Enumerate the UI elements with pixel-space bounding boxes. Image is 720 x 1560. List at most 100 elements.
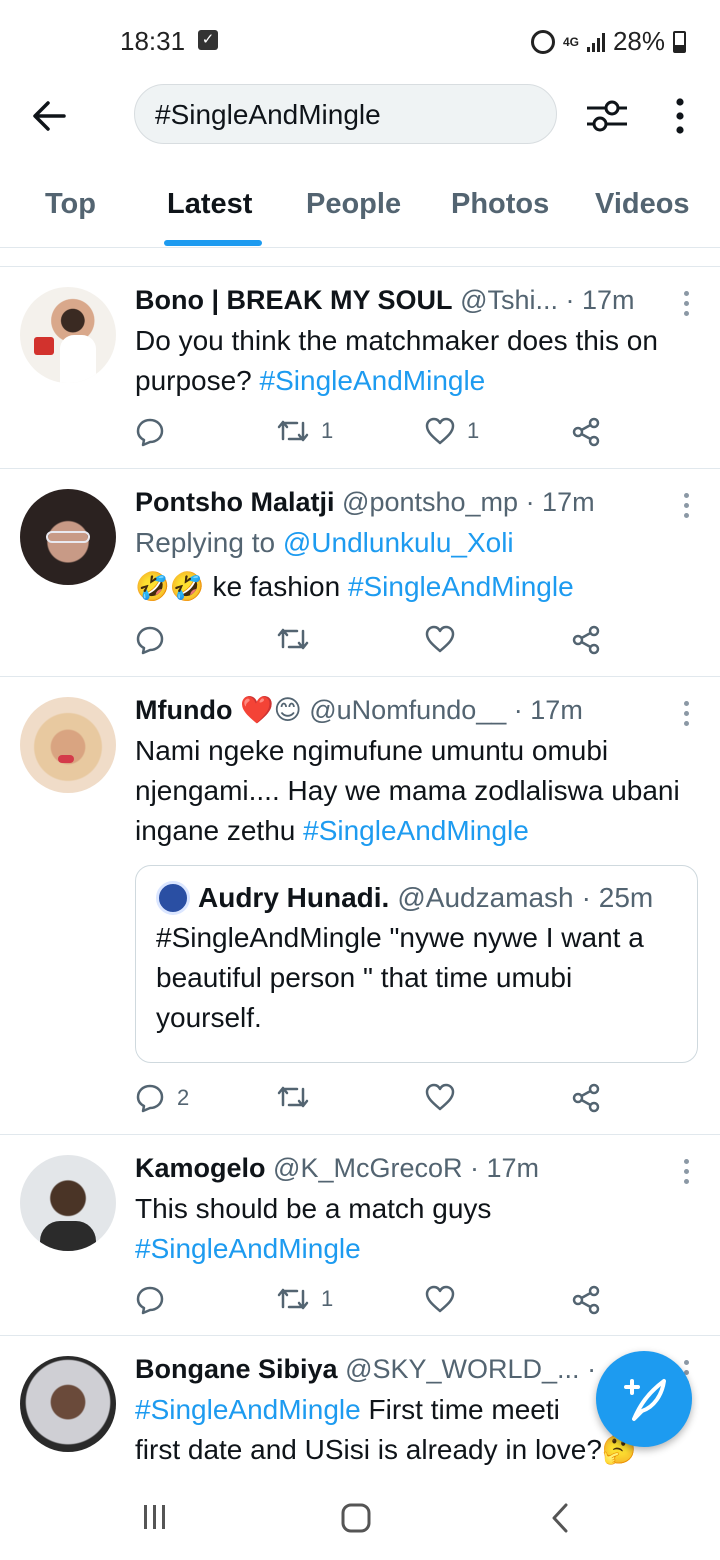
search-header: #SingleAndMingle: [0, 84, 720, 150]
checkbox-notification-icon: ✓: [198, 30, 218, 50]
tab-top[interactable]: Top: [45, 188, 96, 221]
tweet-menu-icon[interactable]: [684, 701, 690, 727]
share-icon: [572, 417, 600, 447]
author-handle[interactable]: @uNomfundo__: [309, 695, 506, 725]
signal-icon: [586, 32, 605, 52]
reply-button[interactable]: [135, 417, 177, 447]
author-handle[interactable]: @K_McGrecoR: [273, 1153, 462, 1183]
author-handle[interactable]: @pontsho_mp: [342, 487, 518, 517]
author-name[interactable]: Kamogelo: [135, 1153, 266, 1183]
share-button[interactable]: [571, 1083, 601, 1113]
avatar[interactable]: [20, 1356, 116, 1452]
tab-latest[interactable]: Latest: [167, 188, 252, 221]
replying-to: Replying to @Undlunkulu_Xoli: [135, 527, 514, 558]
author-name[interactable]: Bono | BREAK MY SOUL: [135, 285, 453, 315]
tweet-menu-icon[interactable]: [684, 291, 690, 317]
tweet-time: ·: [587, 1354, 597, 1384]
search-tabs: Top Latest People Photos Videos: [0, 176, 720, 248]
author-name[interactable]: Mfundo: [135, 695, 232, 725]
mention-link[interactable]: @Undlunkulu_Xoli: [283, 527, 514, 558]
comment-icon: [136, 418, 164, 447]
like-button[interactable]: 1: [425, 417, 479, 445]
tab-people[interactable]: People: [306, 188, 401, 221]
like-button[interactable]: [425, 1083, 467, 1111]
back-nav-icon[interactable]: [546, 1502, 576, 1534]
name-emoji: ❤️😊: [239, 695, 302, 725]
search-input[interactable]: #SingleAndMingle: [134, 84, 557, 144]
tweet[interactable]: Pontsho Malatji @pontsho_mp · 17m Replyi…: [0, 469, 720, 676]
tweet-actions: 1 1: [135, 417, 605, 451]
heart-icon: [425, 1083, 455, 1111]
heart-icon: [425, 625, 455, 653]
like-button[interactable]: [425, 1285, 467, 1313]
heart-icon: [425, 1285, 455, 1313]
heart-icon: [425, 417, 455, 445]
quoted-author-handle: @Audzamash: [397, 882, 574, 913]
emoji: 🤣🤣: [135, 571, 205, 602]
quoted-author-name: Audry Hunadi.: [198, 882, 390, 913]
avatar[interactable]: [20, 489, 116, 585]
reply-button[interactable]: 2: [135, 1083, 189, 1113]
retweet-icon: [277, 1086, 309, 1108]
avatar: [156, 881, 190, 915]
retweet-button[interactable]: 1: [277, 417, 333, 445]
tweet[interactable]: Bono | BREAK MY SOUL @Tshi... · 17m Do y…: [0, 267, 720, 468]
tweet-menu-icon[interactable]: [684, 493, 690, 519]
battery-icon: [673, 30, 686, 53]
avatar[interactable]: [20, 1155, 116, 1251]
retweet-button[interactable]: [277, 625, 321, 653]
tweet-time: · 17m: [565, 285, 635, 315]
avatar[interactable]: [20, 287, 116, 383]
like-button[interactable]: [425, 625, 467, 653]
quoted-tweet[interactable]: Audry Hunadi. @Audzamash · 25m #SingleAn…: [135, 865, 698, 1063]
hashtag-link[interactable]: #SingleAndMingle: [135, 1394, 361, 1425]
tweet-text: 🤣🤣 ke fashion #SingleAndMingle: [135, 571, 574, 602]
author-handle[interactable]: @SKY_WORLD_...: [345, 1354, 579, 1384]
quoted-tweet-text: #SingleAndMingle "nywe nywe I want a bea…: [156, 922, 644, 1033]
home-icon[interactable]: [340, 1502, 372, 1534]
status-bar: 18:31 ✓ 4G 28%: [0, 0, 720, 84]
arrow-left-icon[interactable]: [28, 94, 72, 138]
share-icon: [572, 1083, 600, 1113]
avatar[interactable]: [20, 697, 116, 793]
compose-tweet-icon: [624, 1379, 666, 1421]
tweet-actions: 2: [135, 1083, 605, 1117]
tweet-actions: [135, 625, 605, 659]
tab-photos[interactable]: Photos: [451, 188, 549, 221]
tweet-header: Pontsho Malatji @pontsho_mp · 17m: [135, 485, 700, 519]
retweet-icon: [277, 628, 309, 650]
more-vertical-icon[interactable]: [672, 96, 688, 136]
tweet-header: Kamogelo @K_McGrecoR · 17m: [135, 1151, 700, 1185]
reply-button[interactable]: [135, 1285, 177, 1315]
author-name[interactable]: Bongane Sibiya: [135, 1354, 338, 1384]
tweet-time: · 17m: [513, 695, 583, 725]
sliders-icon[interactable]: [584, 96, 630, 136]
hashtag-link[interactable]: #SingleAndMingle: [260, 365, 486, 396]
tweet-header: Mfundo ❤️😊 @uNomfundo__ · 17m: [135, 693, 700, 727]
reply-button[interactable]: [135, 625, 177, 655]
tweet[interactable]: Kamogelo @K_McGrecoR · 17m This should b…: [0, 1135, 720, 1335]
tweet-time: · 17m: [470, 1153, 540, 1183]
author-name[interactable]: Pontsho Malatji: [135, 487, 335, 517]
recent-apps-icon[interactable]: [140, 1502, 170, 1532]
share-button[interactable]: [571, 625, 601, 655]
tweet-menu-icon[interactable]: [684, 1159, 690, 1185]
tweet-time: · 17m: [525, 487, 595, 517]
hashtag-link[interactable]: #SingleAndMingle: [303, 815, 529, 846]
share-button[interactable]: [571, 1285, 601, 1315]
retweet-button[interactable]: 1: [277, 1285, 333, 1313]
retweet-button[interactable]: [277, 1083, 321, 1111]
tweet-text: This should be a match guys #SingleAndMi…: [135, 1193, 492, 1264]
author-handle[interactable]: @Tshi...: [460, 285, 558, 315]
hashtag-link[interactable]: #SingleAndMingle: [348, 571, 574, 602]
network-type: 4G: [562, 34, 579, 49]
alarm-icon: [530, 29, 555, 54]
compose-tweet-button[interactable]: [596, 1351, 692, 1447]
status-time: 18:31: [120, 26, 186, 56]
share-button[interactable]: [571, 417, 601, 447]
tweet[interactable]: Mfundo ❤️😊 @uNomfundo__ · 17m Nami ngeke…: [0, 677, 720, 1134]
tab-videos[interactable]: Videos: [595, 188, 690, 221]
hashtag-link[interactable]: #SingleAndMingle: [135, 1233, 361, 1264]
tweet-text: Nami ngeke ngimufune umuntu omubi njenga…: [135, 735, 680, 846]
quoted-tweet-header: Audry Hunadi. @Audzamash · 25m: [156, 880, 677, 916]
